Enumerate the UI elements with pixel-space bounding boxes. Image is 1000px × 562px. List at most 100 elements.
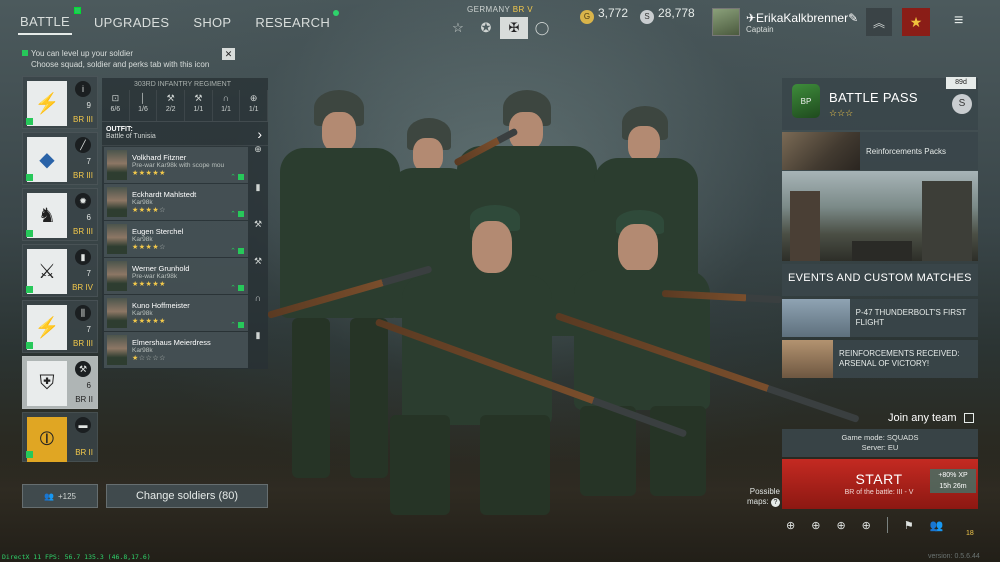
squad-card[interactable]: ◆ ╱ 7 BR III (22, 132, 98, 185)
gold-balance[interactable]: G 3,772 (580, 6, 628, 24)
boost-label: +125 (57, 491, 76, 501)
flag-icon[interactable]: ⚑ (904, 519, 914, 532)
soldiers-icon: ⫼ (75, 305, 91, 321)
squad-emblem: ⚔ (27, 249, 67, 294)
player-profile[interactable]: ✈ErikaKalkbrenner✎ Captain (712, 8, 858, 36)
nation-country: GERMANY (466, 5, 511, 14)
silver-coin-icon: S (952, 94, 972, 114)
soldier-portrait (107, 150, 127, 180)
regiment-name: 303RD INFANTRY REGIMENT (134, 81, 231, 88)
stat-value: 1/1 (221, 106, 231, 113)
star-outline-icon[interactable]: ☆ (444, 17, 472, 39)
upgrade-indicator (26, 174, 33, 181)
tab-shop[interactable]: SHOP (191, 11, 233, 34)
chevron-rank-icon[interactable]: ︽ (866, 8, 892, 36)
gold-amount: 3,772 (598, 6, 629, 20)
change-soldiers-button[interactable]: Change soldiers (80) (106, 484, 268, 508)
tab-battle[interactable]: BATTLE (18, 6, 81, 35)
squad-emblem: ⛨ (27, 361, 67, 406)
soldier-stars: ★★★★★ (132, 281, 166, 288)
squad-card-selected[interactable]: ⛨ ⚒ 6 BR II (22, 356, 98, 409)
info-icon: i (75, 81, 91, 97)
version-label: version: 0.5.6.44 (928, 553, 980, 560)
squad-br: BR II (75, 395, 93, 404)
soldier-row[interactable]: Werner Grunhold Pre-war Kar98k ★★★★★ ⌃ (104, 258, 248, 294)
event-label: REINFORCEMENTS RECEIVED: ARSENAL OF VICT… (839, 349, 960, 368)
game-mode-info[interactable]: Game mode: SQUADS Server: EU (782, 429, 978, 457)
iron-cross-icon[interactable]: ✠ (500, 17, 528, 39)
squad-card[interactable]: ⚡ ⫼ 7 BR III (22, 300, 98, 353)
join-any-team-toggle[interactable]: Join any team (888, 412, 975, 424)
rank-up-icon: ⌃ (230, 211, 236, 218)
upgrade-indicator (26, 286, 33, 293)
xp-boost-badge: +80% XP 15h 26m (930, 469, 976, 493)
soldier-figure (380, 205, 560, 525)
add-friend-icon[interactable]: ⊕ (811, 519, 820, 532)
rank-up-icon: ⌃ (230, 322, 236, 329)
start-button[interactable]: START BR of the battle: III - V +80% XP … (782, 459, 978, 509)
silver-balance[interactable]: S 28,778 (640, 6, 695, 24)
stat-value: 1/1 (193, 106, 204, 113)
close-icon[interactable]: ✕ (222, 48, 235, 60)
wrench-icon: ⚒ (75, 361, 91, 377)
add-friend-icon[interactable]: ⊕ (786, 519, 795, 532)
game-mode: Game mode: SQUADS (841, 433, 919, 442)
join-checkbox[interactable] (964, 413, 975, 423)
reinforcements-thumbnail (782, 132, 860, 170)
soldier-row[interactable]: Elmershaus Meierdress Kar98k ★☆☆☆☆ (104, 332, 248, 368)
soldier-row[interactable]: Volkhard Fitzner Pre-war Kar98k with sco… (104, 147, 248, 183)
outfit-label: OUTFIT: (106, 126, 133, 133)
squad-card[interactable]: ⚡ i 9 BR III (22, 76, 98, 129)
soldier-name: Eugen Sterchel (132, 227, 184, 236)
circle-icon[interactable]: ◯ (528, 17, 556, 39)
event-card[interactable]: REINFORCEMENTS RECEIVED: ARSENAL OF VICT… (782, 340, 978, 378)
soldier-portrait (107, 261, 127, 291)
menu-icon[interactable]: ≡ (954, 12, 963, 30)
squad-card[interactable]: ⦶ ▬ BR II (22, 412, 98, 462)
soldier-portrait (107, 187, 127, 217)
soldier-row[interactable]: Kuno Hoffmeister Kar98k ★★★★★ ⌃ (104, 295, 248, 331)
headset-icon: ∩ (222, 93, 230, 103)
upgrade-indicator (238, 211, 244, 217)
battle-pass-card[interactable]: BP BATTLE PASS ☆☆☆ 89d S (782, 77, 978, 130)
soldier-row[interactable]: Eugen Sterchel Kar98k ★★★★☆ ⌃ (104, 221, 248, 257)
add-friend-icon[interactable]: ⊕ (836, 519, 845, 532)
army-star-icon[interactable]: ★ (902, 8, 930, 36)
soldier-row[interactable]: Eckhardt Mahlstedt Kar98k ★★★★☆ ⌃ (104, 184, 248, 220)
promo-image[interactable] (782, 171, 978, 261)
soldier-stars: ★★★★☆ (132, 207, 166, 214)
rank-up-icon: ⌃ (230, 248, 236, 255)
outfit-selector[interactable]: OUTFIT: Battle of Tunisia › (102, 122, 268, 146)
events-title[interactable]: EVENTS AND CUSTOM MATCHES (782, 264, 978, 296)
soldier-portrait (107, 335, 127, 365)
event-card[interactable]: P-47 THUNDERBOLT'S FIRST FLIGHT (782, 299, 978, 337)
soldier-stars: ★★★★★ (132, 318, 166, 325)
stat-riflemen: │ 1/6 (130, 90, 158, 121)
stat-engineer: ⚒ 2/2 (157, 90, 186, 121)
squad-emblem: ⦶ (27, 417, 67, 462)
rifle-icon: ╱ (75, 137, 91, 153)
soldier-name: Kuno Hoffmeister (132, 301, 190, 310)
star-badge-icon[interactable]: ✪ (472, 17, 500, 39)
tab-upgrades[interactable]: UPGRADES (92, 11, 171, 34)
upgrade-indicator (238, 322, 244, 328)
squad-card[interactable]: ⚔ ▮ 7 BR IV (22, 244, 98, 297)
nation-title: GERMANY BR V (444, 5, 556, 14)
squad-card[interactable]: ♞ ✹ 6 BR III (22, 188, 98, 241)
soldier-weapon: Kar98k (132, 310, 153, 317)
avatar (712, 8, 740, 36)
soldier-portrait (107, 298, 127, 328)
soldiers-icon: 👥 (44, 491, 54, 501)
wrench-icon: ⚒ (253, 256, 263, 266)
reinforcements-card[interactable]: Reinforcements Packs (782, 132, 978, 170)
squad-count: 7 (86, 269, 91, 278)
friends-icon[interactable]: 👥 (930, 519, 944, 532)
stat-sniper: ⊕ 1/1 (240, 90, 269, 121)
help-icon[interactable]: ? (771, 498, 780, 507)
add-friend-icon[interactable]: ⊕ (862, 519, 871, 532)
squad-br: BR III (72, 171, 93, 180)
event-thumbnail (782, 340, 834, 378)
add-soldiers-button[interactable]: 👥 +125 (22, 484, 98, 508)
stat-value: 1/1 (248, 106, 259, 113)
tab-research[interactable]: RESEARCH (253, 9, 340, 34)
